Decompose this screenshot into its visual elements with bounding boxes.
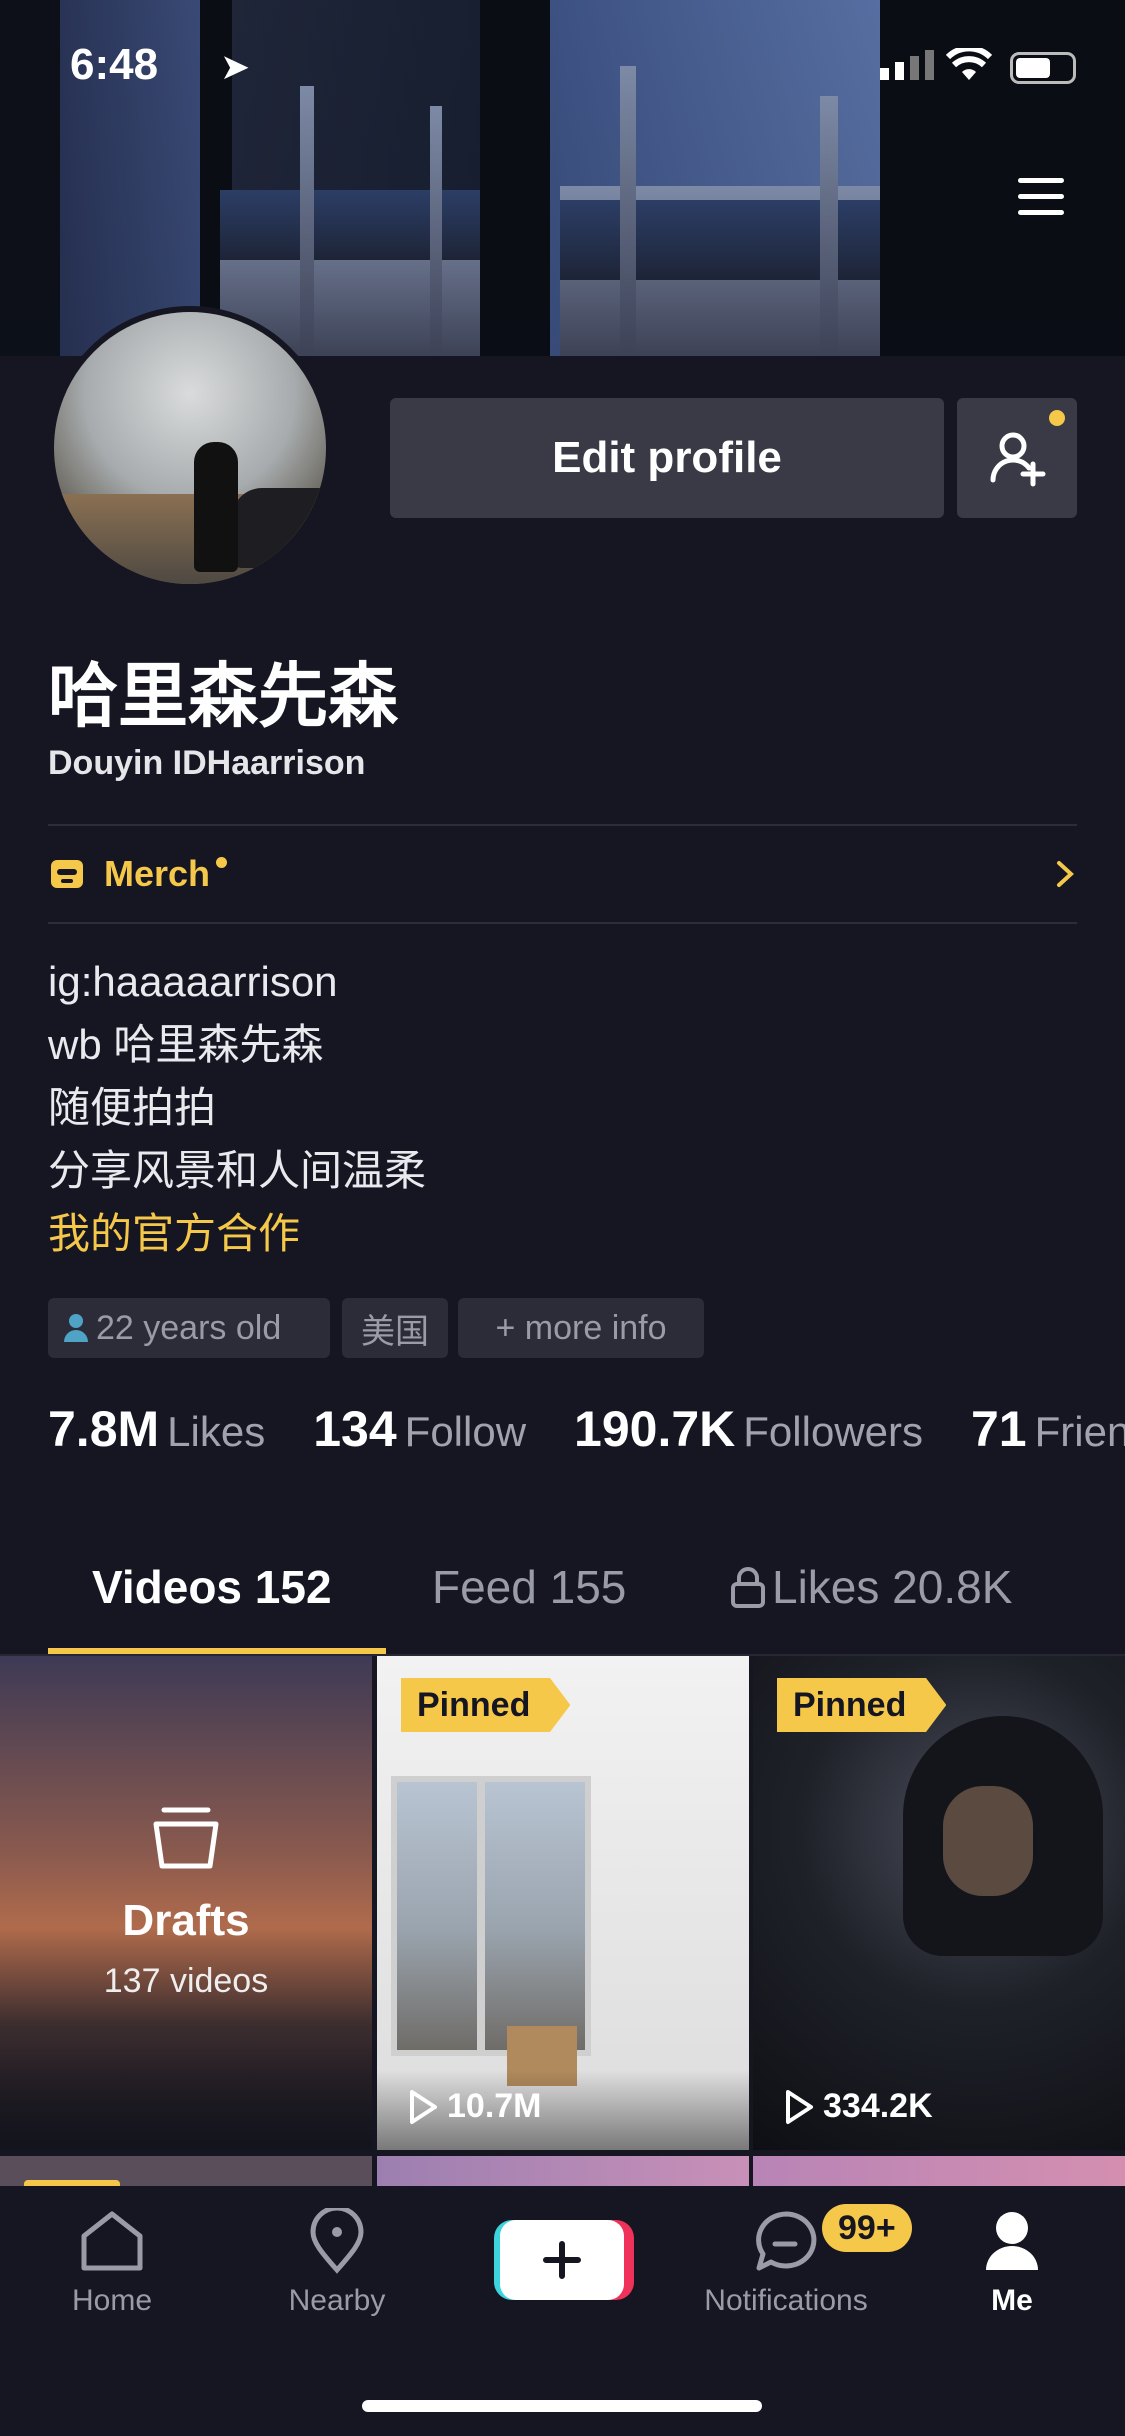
nav-home[interactable]: Home bbox=[22, 2208, 202, 2318]
view-count-label: 10.7M bbox=[447, 2087, 542, 2125]
likes-count[interactable]: 7.8M bbox=[48, 1400, 159, 1458]
video-tile[interactable] bbox=[0, 2156, 372, 2190]
home-icon bbox=[81, 2211, 143, 2271]
drafts-count: 137 videos bbox=[103, 1962, 269, 2000]
video-tile[interactable] bbox=[753, 2156, 1125, 2186]
wifi-icon bbox=[946, 48, 992, 80]
divider bbox=[48, 922, 1077, 924]
pinned-badge: Pinned bbox=[401, 1678, 571, 1732]
play-icon bbox=[786, 2089, 813, 2124]
signal-icon bbox=[880, 50, 934, 80]
play-icon bbox=[410, 2089, 437, 2124]
bio-line: 随便拍拍 bbox=[48, 1084, 217, 1131]
edit-profile-button[interactable]: Edit profile bbox=[390, 398, 944, 518]
tab-likes-label: Likes 20.8K bbox=[772, 1561, 1013, 1613]
bio-line: 分享风景和人间温柔 bbox=[48, 1147, 427, 1194]
home-indicator bbox=[362, 2400, 762, 2412]
merch-new-dot bbox=[216, 856, 228, 868]
nav-nearby[interactable]: Nearby bbox=[247, 2208, 427, 2318]
tab-feed[interactable]: Feed 155 bbox=[432, 1560, 626, 1614]
pinned-badge: Pinned bbox=[777, 1678, 947, 1732]
drafts-box-icon bbox=[153, 1807, 219, 1869]
view-count-label: 334.2K bbox=[823, 2087, 933, 2125]
chevron-right-icon bbox=[1057, 861, 1074, 887]
status-time: 6:48 bbox=[70, 40, 159, 89]
battery-icon bbox=[1010, 52, 1076, 84]
merch-row[interactable]: Merch bbox=[48, 826, 1077, 922]
video-tile[interactable]: Pinned 10.7M bbox=[377, 1656, 749, 2150]
nav-nearby-label: Nearby bbox=[288, 2284, 386, 2317]
likes-label[interactable]: Likes bbox=[167, 1408, 265, 1456]
lock-icon bbox=[731, 1567, 765, 1608]
message-bubble-icon bbox=[756, 2211, 817, 2271]
profile-name: 哈里森先森 bbox=[48, 657, 398, 735]
notification-badge: 99+ bbox=[822, 2204, 912, 2252]
follow-label[interactable]: Follow bbox=[405, 1408, 526, 1456]
location-pin-icon bbox=[310, 2208, 364, 2274]
create-button[interactable] bbox=[494, 2220, 634, 2300]
bio-link[interactable]: 我的官方合作 bbox=[48, 1202, 426, 1265]
nav-me-label: Me bbox=[991, 2284, 1033, 2317]
douyin-id[interactable]: Douyin IDHaarrison bbox=[48, 744, 365, 783]
nav-notifications-label: Notifications bbox=[704, 2284, 868, 2317]
followers-count[interactable]: 190.7K bbox=[574, 1400, 735, 1458]
shop-icon bbox=[51, 860, 83, 888]
nav-home-label: Home bbox=[71, 2284, 153, 2317]
merch-label: Merch bbox=[104, 853, 211, 894]
bio-line: wb 哈里森先森 bbox=[48, 1021, 324, 1068]
add-friend-button[interactable] bbox=[957, 398, 1077, 518]
view-count: 334.2K bbox=[783, 2087, 933, 2126]
person-icon bbox=[64, 1314, 88, 1342]
tab-likes[interactable]: Likes 20.8K bbox=[730, 1560, 1012, 1614]
drafts-title: Drafts bbox=[122, 1896, 250, 1945]
tab-videos[interactable]: Videos 152 bbox=[92, 1560, 332, 1614]
location-arrow-icon: ➤ bbox=[220, 46, 251, 87]
follow-count[interactable]: 134 bbox=[313, 1400, 396, 1458]
stats-row: 7.8M Likes 134 Follow 190.7K Followers 7… bbox=[48, 1400, 1125, 1480]
menu-icon[interactable] bbox=[1018, 176, 1064, 216]
nav-me[interactable]: Me bbox=[922, 2208, 1102, 2318]
bio: ig:haaaaarrison wb 哈里森先森 随便拍拍 分享风景和人间温柔 … bbox=[48, 950, 426, 1265]
drafts-tile[interactable]: Drafts 137 videos bbox=[0, 1656, 372, 2150]
new-indicator-dot bbox=[1049, 410, 1065, 426]
friends-label[interactable]: Friends bbox=[1035, 1408, 1125, 1456]
avatar[interactable] bbox=[48, 306, 332, 590]
friends-count[interactable]: 71 bbox=[971, 1400, 1027, 1458]
video-tile[interactable] bbox=[377, 2156, 749, 2186]
plus-icon bbox=[543, 2241, 581, 2279]
age-tag[interactable]: 22 years old bbox=[48, 1298, 330, 1358]
followers-label[interactable]: Followers bbox=[743, 1408, 923, 1456]
age-tag-label: 22 years old bbox=[96, 1308, 282, 1347]
add-person-icon bbox=[990, 432, 1046, 487]
video-tile[interactable]: Pinned 334.2K bbox=[753, 1656, 1125, 2150]
view-count: 10.7M bbox=[407, 2087, 542, 2126]
more-info-tag[interactable]: + more info bbox=[458, 1298, 704, 1358]
profile-icon bbox=[986, 2212, 1038, 2270]
location-tag[interactable]: 美国 bbox=[342, 1298, 448, 1358]
bio-line: ig:haaaaarrison bbox=[48, 958, 338, 1005]
